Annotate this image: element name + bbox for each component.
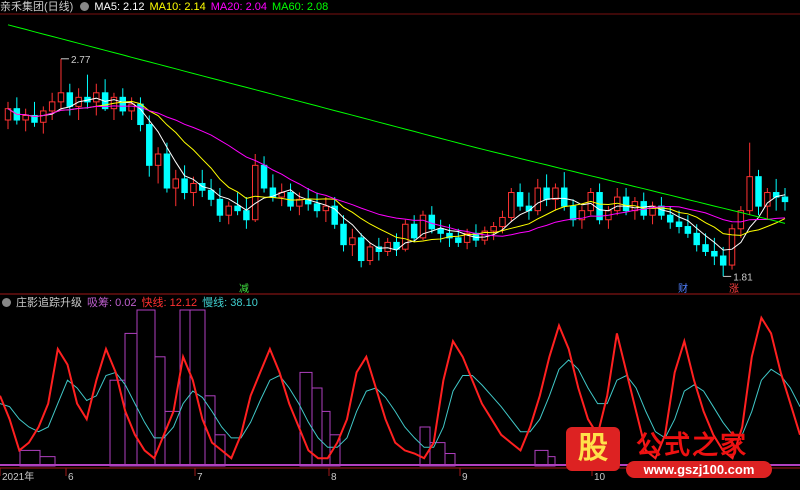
indicator-circle-icon[interactable] xyxy=(2,298,11,307)
xaxis-label: 7 xyxy=(197,472,203,483)
xaxis-label: 6 xyxy=(68,472,74,483)
candle-body xyxy=(561,187,568,207)
candle-body xyxy=(684,226,692,234)
candle-body xyxy=(190,182,197,194)
candle-body xyxy=(384,241,391,252)
candle-body xyxy=(340,223,347,246)
indicator-panel-header: 庄影追踪升级 吸筹: 0.02 快线: 12.12 慢线: 38.10 xyxy=(0,296,263,310)
chart-window[interactable]: 2.77 1.81 减财涨 2021年 6 7 8 9 10 亲禾集团(日线) MA5: 2.12… xyxy=(0,0,800,485)
candle-body xyxy=(181,178,188,194)
absorb-bar xyxy=(164,410,181,467)
candle-body xyxy=(357,237,365,262)
ma10-label: MA10: 2.14 xyxy=(149,1,206,13)
absorb-bar xyxy=(534,449,549,467)
candle-body xyxy=(516,192,524,207)
candle-body xyxy=(22,114,29,121)
candle-body xyxy=(711,250,718,257)
xaxis-label: 9 xyxy=(462,472,468,483)
candle-body xyxy=(781,196,789,203)
candle-body xyxy=(666,214,674,223)
candle-body xyxy=(534,187,542,212)
ma5-line xyxy=(7,97,786,251)
candle-body xyxy=(410,223,418,239)
event-marker-reduce: 减 xyxy=(239,283,249,295)
candle-body xyxy=(552,187,559,200)
candle-body xyxy=(66,92,74,107)
fast-line-label: 快线: 12.12 xyxy=(141,297,198,309)
absorb-label: 吸筹: 0.02 xyxy=(87,297,137,309)
ma5-label: MA5: 2.12 xyxy=(94,1,145,13)
candle-body xyxy=(349,237,356,246)
watermark-badge: 股 xyxy=(566,427,620,471)
ma20-label: MA20: 2.04 xyxy=(210,1,267,13)
indicator-name: 庄影追踪升级 xyxy=(16,297,82,309)
candle-body xyxy=(675,221,683,228)
candle-body xyxy=(428,214,436,230)
candle-body xyxy=(746,176,753,212)
candle-body xyxy=(146,124,153,166)
candle-body xyxy=(490,226,497,232)
candle-body xyxy=(128,103,135,112)
candle-body xyxy=(172,178,179,189)
candle-body xyxy=(693,232,700,246)
absorb-bar xyxy=(19,449,41,467)
watermark-name: 公式之家 xyxy=(636,431,749,461)
event-marker-rise: 涨 xyxy=(729,283,739,295)
candle-body xyxy=(207,189,215,200)
candle-body xyxy=(764,192,771,207)
low-label: 1.81 xyxy=(733,272,753,283)
candle-body xyxy=(154,153,162,166)
absorb-bar xyxy=(214,434,226,467)
candle-body xyxy=(225,205,232,216)
absorb-bar xyxy=(419,426,431,467)
price-panel-header: 亲禾集团(日线) MA5: 2.12 MA10: 2.14 MA20: 2.04 MA6… xyxy=(0,0,333,14)
candle-body xyxy=(455,237,462,243)
xaxis-label: 2021年 xyxy=(2,470,34,483)
settings-circle-icon[interactable] xyxy=(80,2,90,11)
candle-body xyxy=(57,92,65,103)
candle-body xyxy=(216,198,224,216)
absorb-bar xyxy=(189,309,206,467)
candle-body xyxy=(163,153,171,189)
candle-body xyxy=(419,214,427,239)
stock-title: 亲禾集团(日线) xyxy=(0,1,74,13)
candle-body xyxy=(313,203,321,212)
candle-body xyxy=(119,96,127,112)
candle-body xyxy=(499,216,506,228)
candle-body xyxy=(93,92,100,103)
candle-body xyxy=(260,164,268,189)
watermark-url: www.gszj100.com xyxy=(626,461,772,478)
candle-body xyxy=(622,196,630,212)
candle-body xyxy=(437,228,444,234)
kline-chart[interactable]: 2.771.81减财涨2021年 6 7 8 9 10 xyxy=(0,0,800,485)
candle-body xyxy=(402,223,409,250)
xaxis-label: 8 xyxy=(331,472,337,483)
high-label: 2.77 xyxy=(71,55,91,66)
candle-body xyxy=(508,192,515,218)
candle-body xyxy=(243,210,250,221)
candle-body xyxy=(702,244,709,252)
candle-body xyxy=(234,205,241,212)
watermark-logo: 股 公式之家 www.gszj100.com xyxy=(560,425,775,480)
event-marker-finance: 财 xyxy=(678,282,688,295)
ma60-label: MA60: 2.08 xyxy=(272,1,329,13)
candle-body xyxy=(366,246,374,262)
candle-body xyxy=(40,110,47,123)
candle-body xyxy=(322,205,330,212)
slow-line-label: 慢线: 38.10 xyxy=(202,297,258,309)
ma60-line xyxy=(7,24,786,224)
candle-body xyxy=(48,101,56,112)
candle-body xyxy=(543,187,550,200)
candle-body xyxy=(569,205,577,221)
absorb-bar xyxy=(179,309,191,467)
absorb-bar xyxy=(154,356,166,467)
candle-body xyxy=(719,255,727,266)
candle-body xyxy=(755,176,762,207)
absorb-bar xyxy=(109,379,126,467)
absorb-bar xyxy=(124,332,138,467)
candle-body xyxy=(251,164,259,221)
